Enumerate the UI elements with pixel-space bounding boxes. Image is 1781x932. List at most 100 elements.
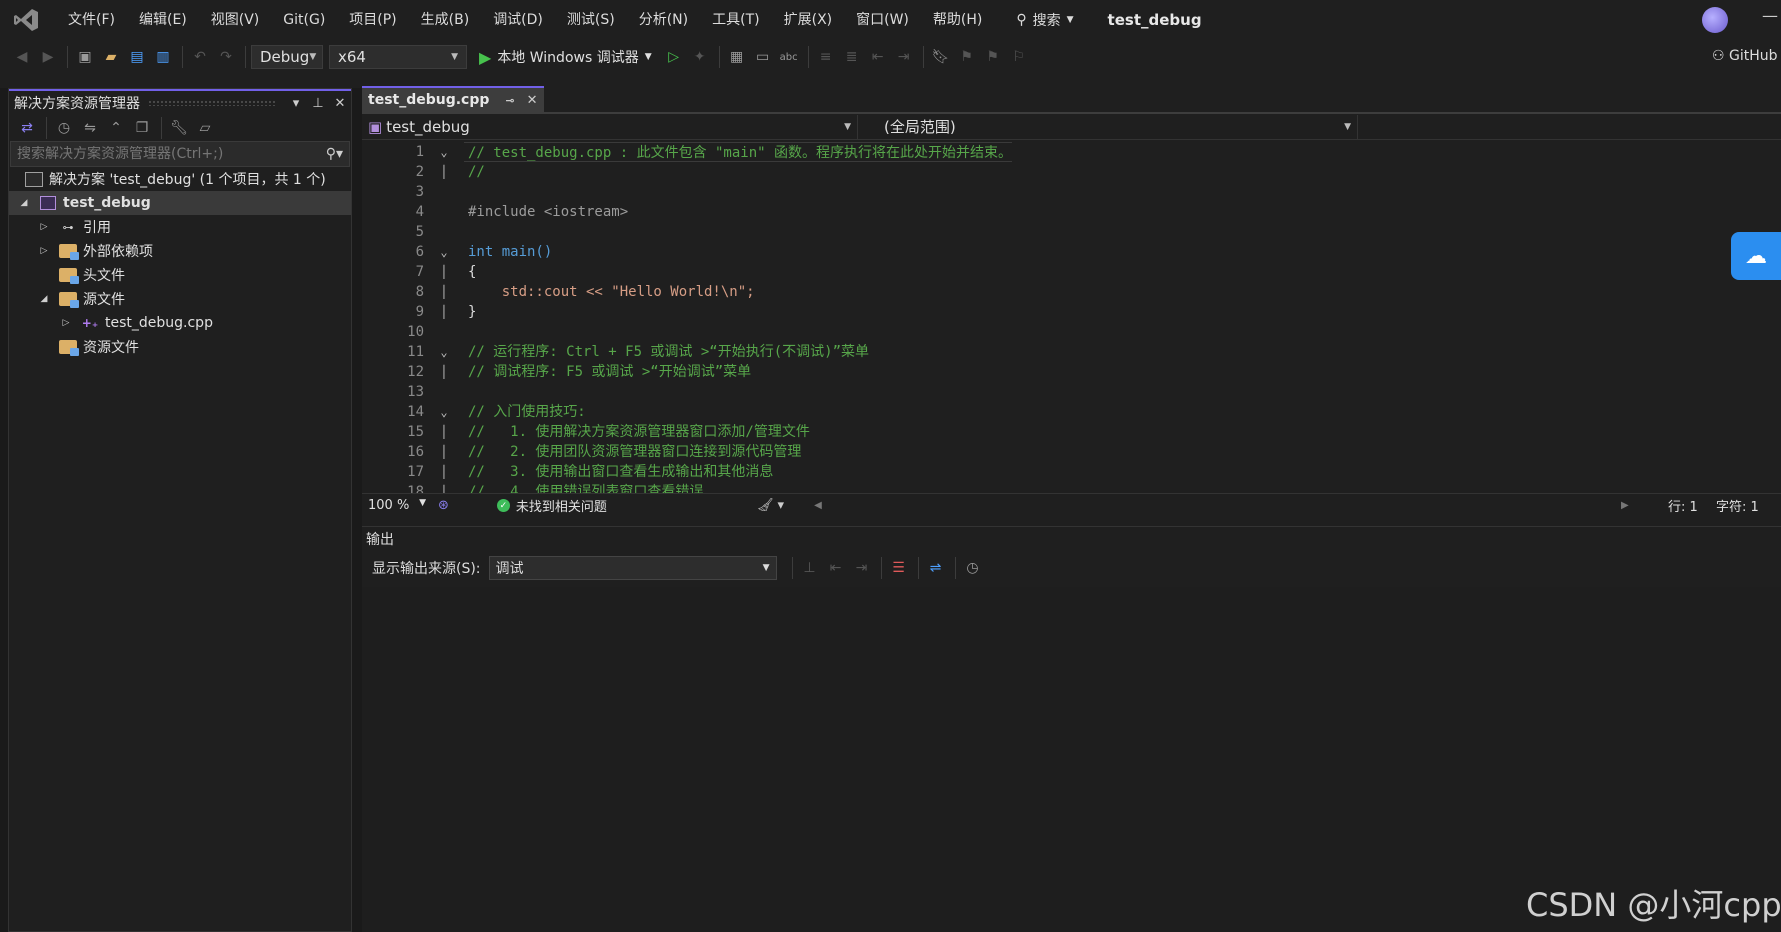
sync-with-document-icon[interactable]: ⇋ [78, 116, 102, 140]
next-bookmark-icon[interactable]: ⚑ [981, 45, 1005, 69]
issues-indicator[interactable]: ✓ 未找到相关问题 [496, 496, 607, 515]
previous-message-icon[interactable]: ⇤ [824, 556, 848, 580]
solution-explorer-search[interactable]: ⚲▾ [10, 141, 350, 167]
pending-changes-filter-icon[interactable]: ◷ [52, 116, 76, 140]
code-cleanup-icon[interactable]: 🧹︎ ▾ [757, 498, 784, 513]
collapse-all-icon[interactable]: ⌃ [104, 116, 128, 140]
redo-icon[interactable]: ↷ [214, 45, 238, 69]
window-options-icon[interactable]: ▾ [285, 96, 307, 111]
scope-dropdown[interactable]: (全局范围) ▼ [858, 114, 1358, 139]
collapsed-arrow-icon[interactable]: ▷ [37, 246, 51, 256]
solution-configuration-select[interactable]: Debug ▼ [251, 45, 323, 69]
show-all-files-icon[interactable]: ❐ [130, 116, 154, 140]
fold-toggle-icon[interactable]: ⌄ [424, 142, 464, 162]
clear-all-icon[interactable]: ☰ [887, 556, 911, 580]
panel-splitter[interactable] [352, 88, 362, 932]
menu-extensions[interactable]: 扩展(X) [772, 6, 845, 34]
minimize-button[interactable]: — [1762, 6, 1778, 25]
collapsed-arrow-icon[interactable]: ▷ [37, 222, 51, 232]
tree-item-label: 源文件 [83, 292, 125, 308]
menu-window[interactable]: 窗口(W) [844, 6, 921, 34]
clear-bookmarks-icon[interactable]: ⚐ [1007, 45, 1031, 69]
expanded-arrow-icon[interactable]: ◢ [17, 198, 31, 208]
output-source-select[interactable]: 调试 ▼ [488, 556, 777, 580]
menu-help[interactable]: 帮助(H) [921, 6, 994, 34]
open-file-icon[interactable]: ▰ [99, 45, 123, 69]
scroll-right-icon[interactable]: ▶ [1621, 500, 1629, 511]
switch-views-icon[interactable]: ⇄ [15, 116, 39, 140]
close-icon[interactable]: ✕ [527, 93, 538, 108]
document-tab-strip: test_debug.cpp ⊸ ✕ [362, 86, 1781, 114]
cpp-file-icon: +₊ [81, 316, 99, 330]
menu-test[interactable]: 测试(S) [555, 6, 627, 34]
next-message-icon[interactable]: ⇥ [850, 556, 874, 580]
menu-edit[interactable]: 编辑(E) [127, 6, 199, 34]
menu-git[interactable]: Git(G) [271, 6, 337, 34]
intellicode-icon[interactable]: ⊛ [438, 498, 449, 513]
close-icon[interactable]: ✕ [329, 96, 351, 111]
menu-project[interactable]: 项目(P) [337, 6, 408, 34]
window-layout-icon[interactable]: ▭ [751, 45, 775, 69]
start-debugging-button[interactable]: ▶ 本地 Windows 调试器 ▼ [479, 47, 652, 67]
menu-build[interactable]: 生成(B) [409, 6, 482, 34]
tree-item-references[interactable]: ▷ ⊶ 引用 [9, 215, 351, 239]
project-dropdown[interactable]: ▣ test_debug ▼ [362, 114, 858, 139]
indent-icon[interactable]: ⇥ [892, 45, 916, 69]
github-copilot-button[interactable]: ⚇ GitHub [1712, 48, 1778, 64]
new-project-icon[interactable]: ▣ [73, 45, 97, 69]
global-search-button[interactable]: ⚲ 搜索 ▼ [1008, 7, 1081, 33]
menu-analyze[interactable]: 分析(N) [627, 6, 700, 34]
bookmark-icon[interactable]: 🔖︎ [929, 45, 953, 69]
fold-toggle-icon[interactable]: ⌄ [424, 342, 464, 362]
code-text-area[interactable]: 1 ⌄// test_debug.cpp : 此文件包含 "main" 函数。程序… [362, 142, 1781, 493]
menu-debug[interactable]: 调试(D) [481, 6, 555, 34]
outdent-icon[interactable]: ⇤ [866, 45, 890, 69]
preview-selected-icon[interactable]: ▱ [193, 116, 217, 140]
expanded-arrow-icon[interactable]: ◢ [37, 294, 51, 304]
tree-item-project[interactable]: ◢ test_debug [9, 191, 351, 215]
tree-item-header-files[interactable]: 头文件 [9, 263, 351, 287]
undo-icon[interactable]: ↶ [188, 45, 212, 69]
cloud-assistant-icon[interactable]: ☁ [1731, 232, 1781, 280]
account-avatar[interactable] [1702, 7, 1728, 33]
previous-bookmark-icon[interactable]: ⚑ [955, 45, 979, 69]
start-without-debugging-icon[interactable]: ▷ [662, 45, 686, 69]
navigate-back-icon[interactable]: ◀ [10, 45, 34, 69]
timestamp-icon[interactable]: ◷ [961, 556, 985, 580]
word-wrap-icon[interactable]: ⇌ [924, 556, 948, 580]
search-input[interactable] [17, 146, 307, 162]
tree-item-source-files[interactable]: ◢ 源文件 [9, 287, 351, 311]
menu-file[interactable]: 文件(F) [56, 6, 127, 34]
properties-icon[interactable]: 🔧︎ [167, 116, 191, 140]
fold-toggle-icon[interactable]: ⌄ [424, 242, 464, 262]
collapsed-arrow-icon[interactable]: ▷ [59, 318, 73, 328]
find-message-icon[interactable]: ⊥ [798, 556, 822, 580]
tree-item-test-debug-cpp[interactable]: ▷ +₊ test_debug.cpp [9, 311, 351, 335]
drag-handle[interactable] [148, 100, 277, 106]
line-number: 14 [407, 404, 424, 420]
browse-icon[interactable]: ▦ [725, 45, 749, 69]
uncomment-lines-icon[interactable]: ≣ [840, 45, 864, 69]
solution-platform-select[interactable]: x64 ▼ [329, 45, 467, 69]
menu-tools[interactable]: 工具(T) [700, 6, 771, 34]
char-position[interactable]: 字符: 1 [1716, 496, 1759, 515]
save-all-icon[interactable]: ▥ [151, 45, 175, 69]
save-icon[interactable]: ▤ [125, 45, 149, 69]
spell-check-icon[interactable]: abc [777, 45, 801, 69]
line-position[interactable]: 行: 1 [1668, 496, 1698, 515]
menu-view[interactable]: 视图(V) [199, 6, 272, 34]
zoom-dropdown[interactable]: 100 % ▼ [362, 498, 432, 513]
scroll-left-icon[interactable]: ◀ [814, 500, 822, 511]
tree-item-external-dependencies[interactable]: ▷ 外部依赖项 [9, 239, 351, 263]
fold-toggle-icon[interactable]: ⌄ [424, 402, 464, 422]
comment-lines-icon[interactable]: ≡ [814, 45, 838, 69]
pin-icon[interactable]: ⊥ [307, 96, 329, 111]
navigate-forward-icon[interactable]: ▶ [36, 45, 60, 69]
tree-item-resource-files[interactable]: 资源文件 [9, 335, 351, 359]
tree-item-solution[interactable]: 解决方案 'test_debug' (1 个项目，共 1 个) [9, 167, 351, 191]
filter-folder-icon [59, 292, 79, 308]
pin-icon[interactable]: ⊸ [505, 94, 514, 107]
hot-reload-icon[interactable]: ✦ [688, 45, 712, 69]
tab-test-debug-cpp[interactable]: test_debug.cpp ⊸ ✕ [362, 86, 544, 112]
visual-studio-logo-icon[interactable] [12, 6, 40, 34]
